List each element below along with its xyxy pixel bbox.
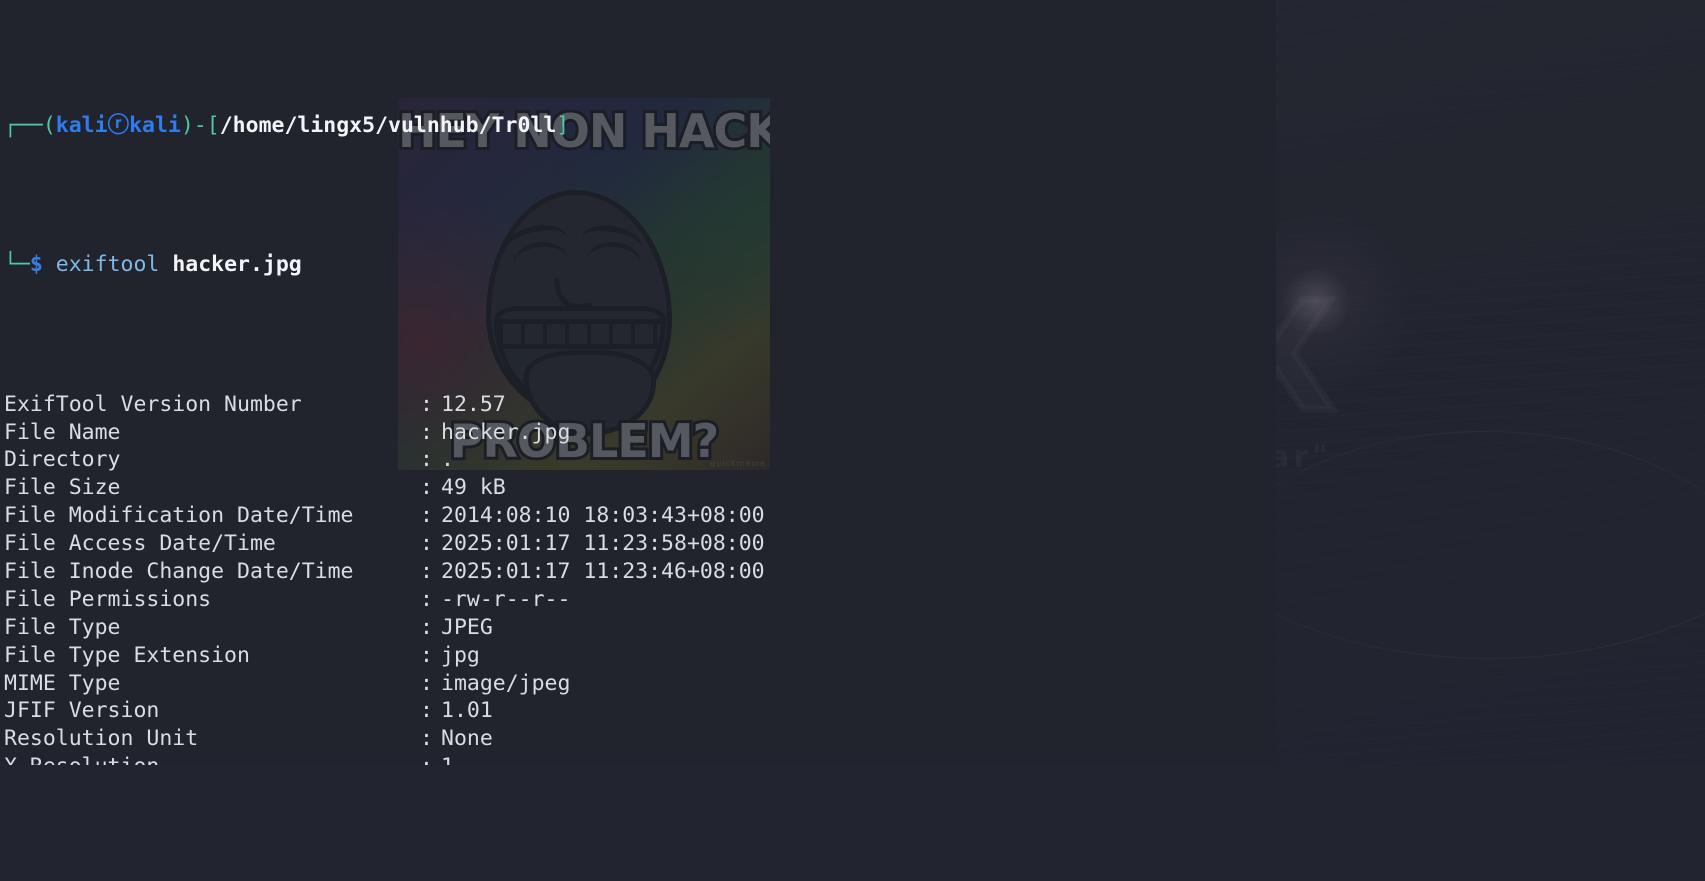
exif-row-key: X Resolution	[0, 753, 420, 765]
exif-row: File Name:hacker.jpg	[0, 419, 1276, 447]
prompt-open-bracket: [	[207, 113, 220, 138]
exif-row-value: JPEG	[441, 614, 493, 642]
prompt-close-bracket: ]	[556, 113, 569, 138]
shell-prompt-line-1: ┌──(kaliⓡkali)-[/home/lingx5/vulnhub/Tr0…	[0, 112, 1276, 140]
exif-row-separator: :	[420, 614, 441, 642]
exif-row: File Type Extension:jpg	[0, 642, 1276, 670]
kali-dragon-icon: ⓡ	[108, 113, 130, 138]
exif-row-separator: :	[420, 725, 441, 753]
prompt-username: kali	[56, 113, 108, 138]
exif-row: ExifTool Version Number:12.57	[0, 391, 1276, 419]
exif-row-separator: :	[420, 670, 441, 698]
exif-row-key: Directory	[0, 446, 420, 474]
exif-row: X Resolution:1	[0, 753, 1276, 765]
exif-row-separator: :	[420, 391, 441, 419]
exif-row-separator: :	[420, 586, 441, 614]
exif-row-value: hacker.jpg	[441, 419, 570, 447]
exif-row-value: -rw-r--r--	[441, 586, 570, 614]
prompt-dollar-sign: $	[30, 252, 43, 277]
exif-row-key: ExifTool Version Number	[0, 391, 420, 419]
exif-row-key: File Modification Date/Time	[0, 502, 420, 530]
exif-row-key: File Type	[0, 614, 420, 642]
command-argument: hacker.jpg	[172, 252, 301, 277]
exif-row-key: File Size	[0, 474, 420, 502]
prompt-hostname: kali	[129, 113, 181, 138]
exif-row-key: JFIF Version	[0, 697, 420, 725]
prompt-corner-top-icon: ┌──	[4, 113, 43, 138]
exif-row-value: 12.57	[441, 391, 506, 419]
exif-row-separator: :	[420, 502, 441, 530]
exif-row: File Permissions:-rw-r--r--	[0, 586, 1276, 614]
command-name: exiftool	[56, 252, 160, 277]
exif-row: MIME Type:image/jpeg	[0, 670, 1276, 698]
exif-row-key: File Permissions	[0, 586, 420, 614]
exif-row: JFIF Version:1.01	[0, 697, 1276, 725]
exif-row-separator: :	[420, 697, 441, 725]
exif-row: File Inode Change Date/Time:2025:01:17 1…	[0, 558, 1276, 586]
exif-row-separator: :	[420, 753, 441, 765]
exif-row-separator: :	[420, 642, 441, 670]
exif-row-value: 49 kB	[441, 474, 506, 502]
exif-row-separator: :	[420, 474, 441, 502]
command-space	[159, 252, 172, 277]
exif-row-value: image/jpeg	[441, 670, 570, 698]
exif-row-key: File Type Extension	[0, 642, 420, 670]
exif-row: File Modification Date/Time:2014:08:10 1…	[0, 502, 1276, 530]
prompt-open-paren: (	[43, 113, 56, 138]
exif-row-value: None	[441, 725, 493, 753]
exif-row-key: File Name	[0, 419, 420, 447]
exif-row-separator: :	[420, 419, 441, 447]
exif-row: File Access Date/Time:2025:01:17 11:23:5…	[0, 530, 1276, 558]
shell-prompt-line-2: └─$ exiftool hacker.jpg	[0, 251, 1276, 279]
exif-row-value: 1	[441, 753, 454, 765]
exif-row-value: 1.01	[441, 697, 493, 725]
exif-row-key: File Access Date/Time	[0, 530, 420, 558]
exif-row-key: File Inode Change Date/Time	[0, 558, 420, 586]
exif-row-value: 2025:01:17 11:23:46+08:00	[441, 558, 765, 586]
prompt-cwd: /home/lingx5/vulnhub/Tr0ll	[220, 113, 557, 138]
exif-row: File Type:JPEG	[0, 614, 1276, 642]
terminal-window[interactable]: HEY NON HACKER PROBLEM? quickmeme ┌──(ka…	[0, 0, 1276, 765]
exif-row-key: MIME Type	[0, 670, 420, 698]
exif-row-value: 2025:01:17 11:23:58+08:00	[441, 530, 765, 558]
exiftool-output-rows: ExifTool Version Number:12.57File Name:h…	[0, 391, 1276, 765]
prompt-space	[43, 252, 56, 277]
exif-row: File Size:49 kB	[0, 474, 1276, 502]
exif-row-key: Resolution Unit	[0, 725, 420, 753]
terminal-output-area[interactable]: ┌──(kaliⓡkali)-[/home/lingx5/vulnhub/Tr0…	[0, 0, 1276, 765]
prompt-close-paren: )	[181, 113, 194, 138]
exif-row-value: 2014:08:10 18:03:43+08:00	[441, 502, 765, 530]
exif-row-value: .	[441, 446, 454, 474]
exif-row: Resolution Unit:None	[0, 725, 1276, 753]
prompt-dash: -	[194, 113, 207, 138]
exif-row-separator: :	[420, 530, 441, 558]
exif-row: Directory:.	[0, 446, 1276, 474]
prompt-corner-bottom-icon: └─	[4, 252, 30, 277]
exif-row-separator: :	[420, 446, 441, 474]
exif-row-value: jpg	[441, 642, 480, 670]
exif-row-separator: :	[420, 558, 441, 586]
